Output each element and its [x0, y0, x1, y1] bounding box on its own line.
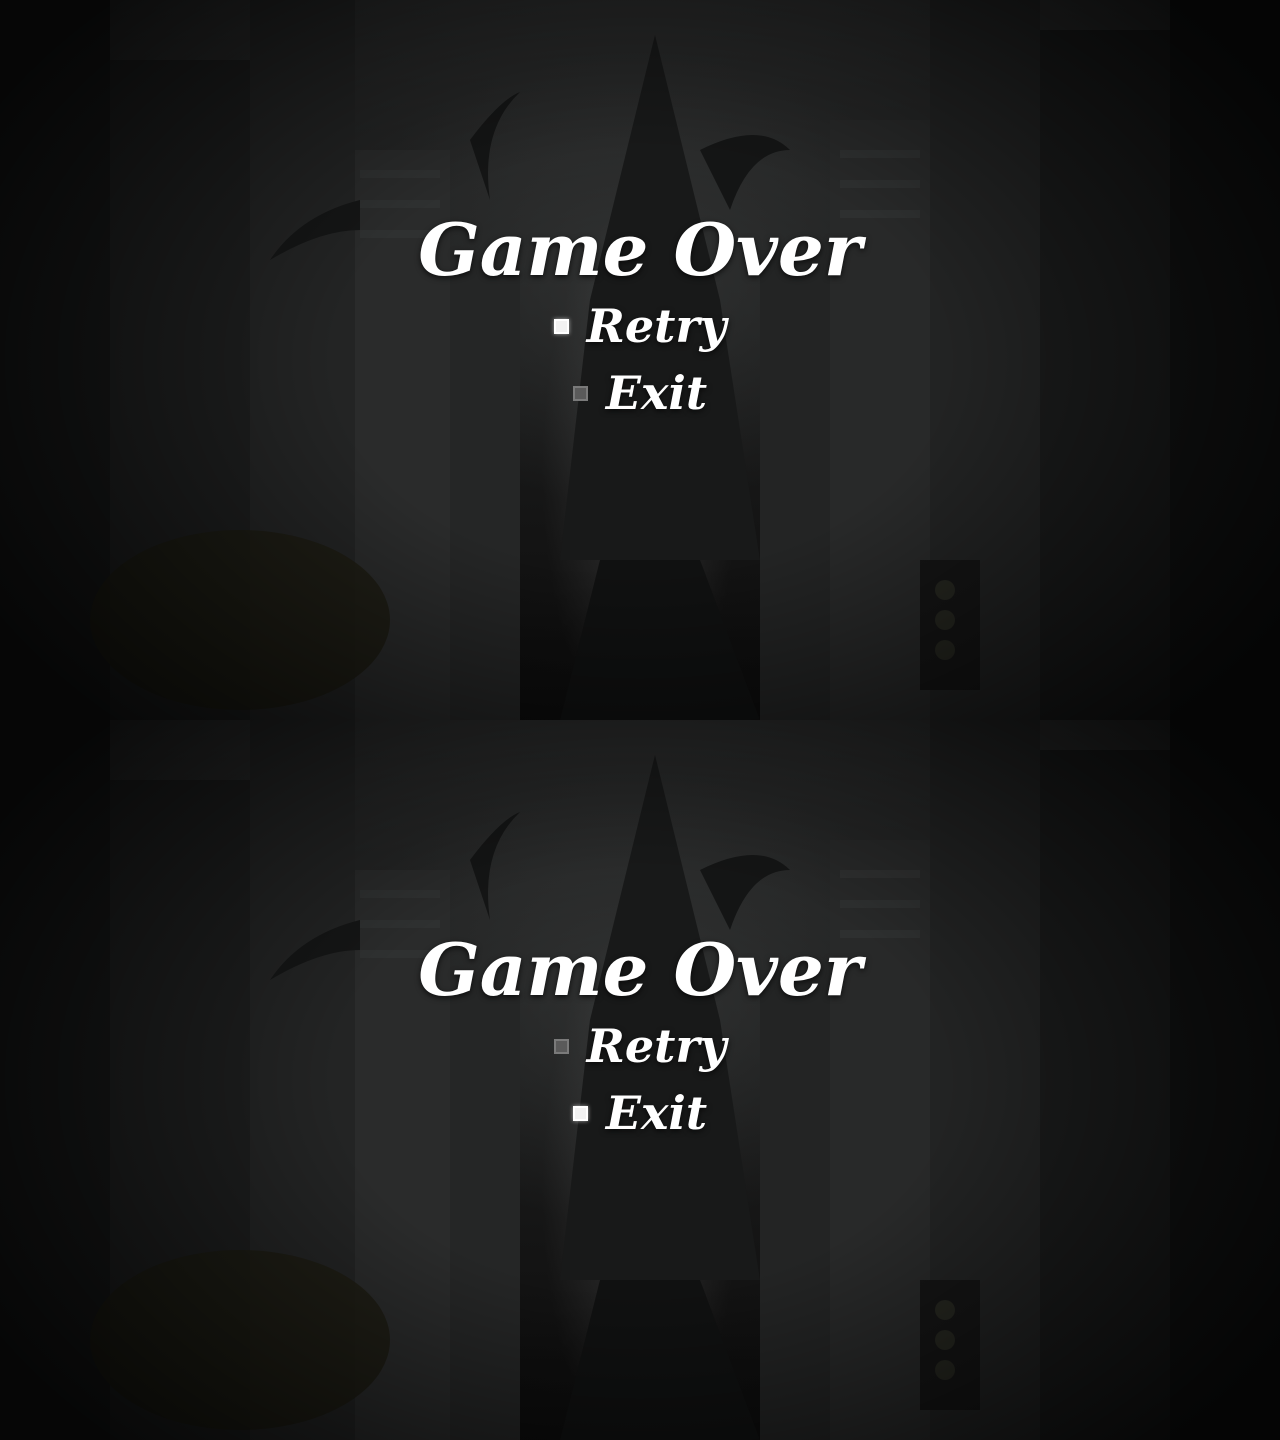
game-over-screen-2: Game Over Retry Exit [0, 720, 1280, 1440]
retry-option[interactable]: Retry [0, 296, 1280, 356]
exit-option[interactable]: Exit [0, 1083, 1280, 1143]
exit-label: Exit [605, 366, 708, 420]
city-silhouette [0, 0, 1280, 720]
ruined-city-background [0, 0, 1280, 720]
retry-label: Retry [586, 299, 727, 353]
ruined-city-background [0, 720, 1280, 1440]
square-marker-icon [553, 1038, 569, 1054]
city-silhouette [0, 720, 1280, 1440]
square-marker-icon [572, 385, 588, 401]
game-over-title: Game Over [418, 207, 862, 292]
retry-option[interactable]: Retry [0, 1016, 1280, 1076]
retry-label: Retry [586, 1019, 727, 1073]
square-marker-icon [553, 318, 569, 334]
game-over-screen-1: Game Over Retry Exit [0, 0, 1280, 720]
square-marker-icon [572, 1105, 588, 1121]
exit-option[interactable]: Exit [0, 363, 1280, 423]
game-over-title: Game Over [418, 927, 862, 1012]
exit-label: Exit [605, 1086, 708, 1140]
